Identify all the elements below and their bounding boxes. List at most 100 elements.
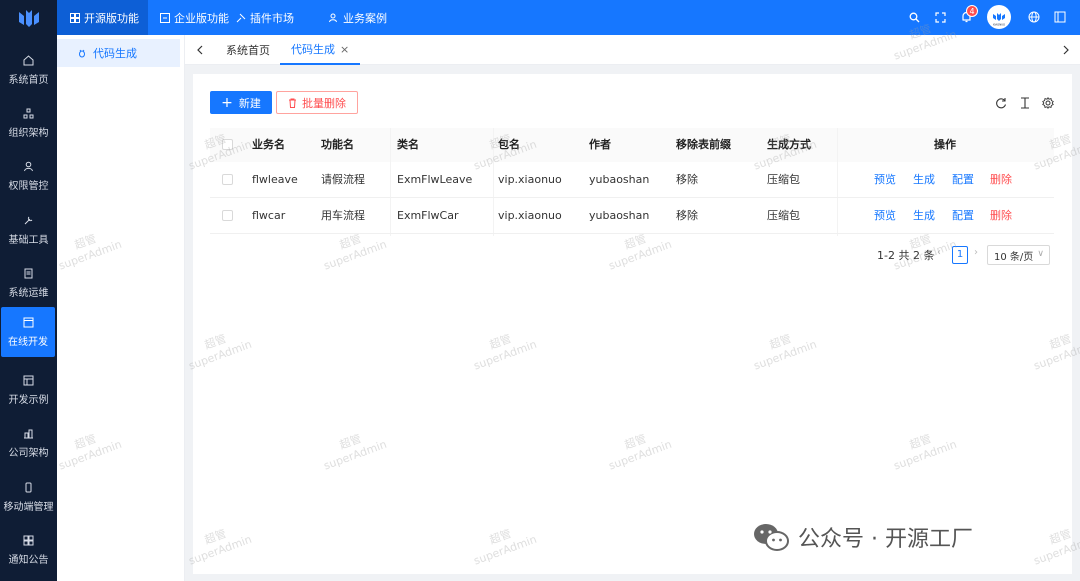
page-tab-codegen[interactable]: 代码生成 × bbox=[280, 35, 361, 65]
layout-icon bbox=[159, 12, 170, 23]
settings-icon[interactable] bbox=[1041, 96, 1055, 110]
column-header: 生成方式 bbox=[767, 138, 811, 151]
org-icon bbox=[23, 107, 35, 119]
home-icon bbox=[23, 54, 35, 66]
users-icon bbox=[328, 12, 339, 23]
rail-item-label: 权限管控 bbox=[8, 181, 49, 192]
left-rail: 系统首页 组织架构 权限管控 基础工具 系统运维 在线开发 开发示例 公司架构 … bbox=[0, 0, 57, 581]
top-tab-cases[interactable]: 业务案例 bbox=[328, 0, 387, 35]
prev-page-icon[interactable]: ‹ bbox=[937, 247, 947, 261]
top-tab-plugins[interactable]: 插件市场 bbox=[235, 0, 294, 35]
row-checkbox[interactable] bbox=[222, 210, 233, 221]
column-header: 操作 bbox=[934, 138, 956, 151]
rail-item-label: 公司架构 bbox=[8, 448, 49, 459]
rail-item-online-dev[interactable]: 在线开发 bbox=[1, 307, 55, 357]
rail-item-org[interactable]: 组织架构 bbox=[0, 98, 57, 148]
rail-item-company[interactable]: 公司架构 bbox=[0, 418, 57, 468]
rail-item-label: 开发示例 bbox=[8, 395, 49, 406]
sub-menu-item-codegen[interactable]: 代码生成 bbox=[57, 39, 180, 67]
user-icon bbox=[23, 160, 35, 172]
column-header: 移除表前缀 bbox=[676, 138, 731, 151]
preview-link[interactable]: 预览 bbox=[874, 198, 896, 234]
tab-scroll-right-icon[interactable] bbox=[1060, 43, 1072, 57]
generate-link[interactable]: 生成 bbox=[913, 198, 935, 234]
top-tab-label: 业务案例 bbox=[343, 11, 387, 25]
bug-icon bbox=[77, 48, 87, 58]
table-row[interactable]: flwcar 用车流程 ExmFlwCar vip.xiaonuo yubaos… bbox=[210, 198, 1054, 234]
row-checkbox[interactable] bbox=[222, 174, 233, 185]
batch-delete-button[interactable]: 批量删除 bbox=[276, 91, 358, 114]
rail-item-permission[interactable]: 权限管控 bbox=[0, 151, 57, 201]
grid-icon bbox=[69, 12, 80, 23]
cell-function: 用车流程 bbox=[321, 209, 365, 222]
top-tab-enterprise[interactable]: 企业版功能 bbox=[159, 0, 229, 35]
rail-item-tools[interactable]: 基础工具 bbox=[0, 205, 57, 255]
column-height-icon[interactable] bbox=[1018, 96, 1032, 110]
cell-author: yubaoshan bbox=[589, 209, 650, 222]
cell-package: vip.xiaonuo bbox=[498, 209, 562, 222]
search-icon[interactable] bbox=[907, 10, 921, 24]
tool-icon bbox=[23, 214, 35, 226]
top-tab-label: 插件市场 bbox=[250, 11, 294, 25]
config-link[interactable]: 配置 bbox=[952, 198, 974, 234]
preview-link[interactable]: 预览 bbox=[874, 162, 896, 198]
page-size-select[interactable]: 10 条/页 ∨ bbox=[987, 245, 1050, 265]
column-header: 业务名 bbox=[252, 138, 285, 151]
layout-settings-icon[interactable] bbox=[1053, 10, 1067, 24]
top-tab-label: 开源版功能 bbox=[84, 11, 139, 25]
rail-item-label: 组织架构 bbox=[8, 128, 49, 139]
cell-function: 请假流程 bbox=[321, 173, 365, 186]
mobile-icon bbox=[23, 481, 35, 493]
app-logo-icon[interactable] bbox=[0, 0, 57, 35]
top-tab-label: 企业版功能 bbox=[174, 11, 229, 25]
rail-item-notice[interactable]: 通知公告 bbox=[0, 525, 57, 575]
column-header: 包名 bbox=[498, 138, 520, 151]
rail-item-label: 通知公告 bbox=[8, 555, 49, 566]
plugin-icon bbox=[235, 12, 246, 23]
cell-class: ExmFlwCar bbox=[397, 209, 459, 222]
sub-menu: 代码生成 bbox=[57, 35, 185, 581]
table-header: 业务名 功能名 类名 包名 作者 移除表前缀 生成方式 操作 bbox=[210, 128, 1054, 162]
new-button-label: 新建 bbox=[238, 96, 261, 110]
avatar[interactable]: XIAONUO bbox=[987, 5, 1011, 29]
page-tab-label: 系统首页 bbox=[226, 44, 270, 57]
cell-gen-type: 压缩包 bbox=[767, 173, 800, 186]
globe-icon[interactable] bbox=[1027, 10, 1041, 24]
next-page-icon[interactable]: › bbox=[974, 247, 984, 261]
delete-link[interactable]: 删除 bbox=[990, 162, 1012, 198]
select-all-checkbox[interactable] bbox=[222, 139, 233, 150]
example-icon bbox=[23, 374, 35, 386]
wechat-icon bbox=[752, 522, 790, 552]
rail-item-label: 基础工具 bbox=[8, 235, 49, 246]
main-card: + 新建 批量删除 业务名 功能名 类名 包名 作者 移除表前缀 生成方式 操作… bbox=[193, 74, 1072, 574]
cell-gen-type: 压缩包 bbox=[767, 209, 800, 222]
fullscreen-icon[interactable] bbox=[933, 10, 947, 24]
page-tab-home[interactable]: 系统首页 bbox=[226, 35, 270, 65]
tab-scroll-left-icon[interactable] bbox=[193, 43, 205, 57]
cell-author: yubaoshan bbox=[589, 173, 650, 186]
notification-badge: 4 bbox=[966, 5, 978, 17]
notice-icon bbox=[23, 534, 35, 546]
plus-icon: + bbox=[221, 94, 233, 111]
column-header: 作者 bbox=[589, 138, 611, 151]
new-button[interactable]: + 新建 bbox=[210, 91, 272, 114]
config-link[interactable]: 配置 bbox=[952, 162, 974, 198]
code-icon bbox=[22, 316, 34, 328]
rail-item-mobile[interactable]: 移动端管理 bbox=[0, 472, 57, 522]
refresh-icon[interactable] bbox=[994, 96, 1008, 110]
top-tab-open-source[interactable]: 开源版功能 bbox=[57, 0, 148, 35]
close-icon[interactable]: × bbox=[340, 43, 349, 56]
sub-menu-item-label: 代码生成 bbox=[93, 47, 137, 60]
batch-delete-label: 批量删除 bbox=[302, 96, 346, 110]
rail-item-label: 系统首页 bbox=[8, 75, 49, 86]
delete-link[interactable]: 删除 bbox=[990, 198, 1012, 234]
trash-icon bbox=[288, 98, 297, 108]
top-bar: 开源版功能 企业版功能 插件市场 业务案例 bbox=[57, 0, 1080, 35]
generate-link[interactable]: 生成 bbox=[913, 162, 935, 198]
page-number[interactable]: 1 bbox=[952, 246, 968, 264]
table-row[interactable]: flwleave 请假流程 ExmFlwLeave vip.xiaonuo yu… bbox=[210, 162, 1054, 198]
rail-item-home[interactable]: 系统首页 bbox=[0, 45, 57, 95]
rail-item-ops[interactable]: 系统运维 bbox=[0, 258, 57, 308]
rail-item-examples[interactable]: 开发示例 bbox=[0, 365, 57, 415]
rail-item-label: 系统运维 bbox=[8, 288, 49, 299]
